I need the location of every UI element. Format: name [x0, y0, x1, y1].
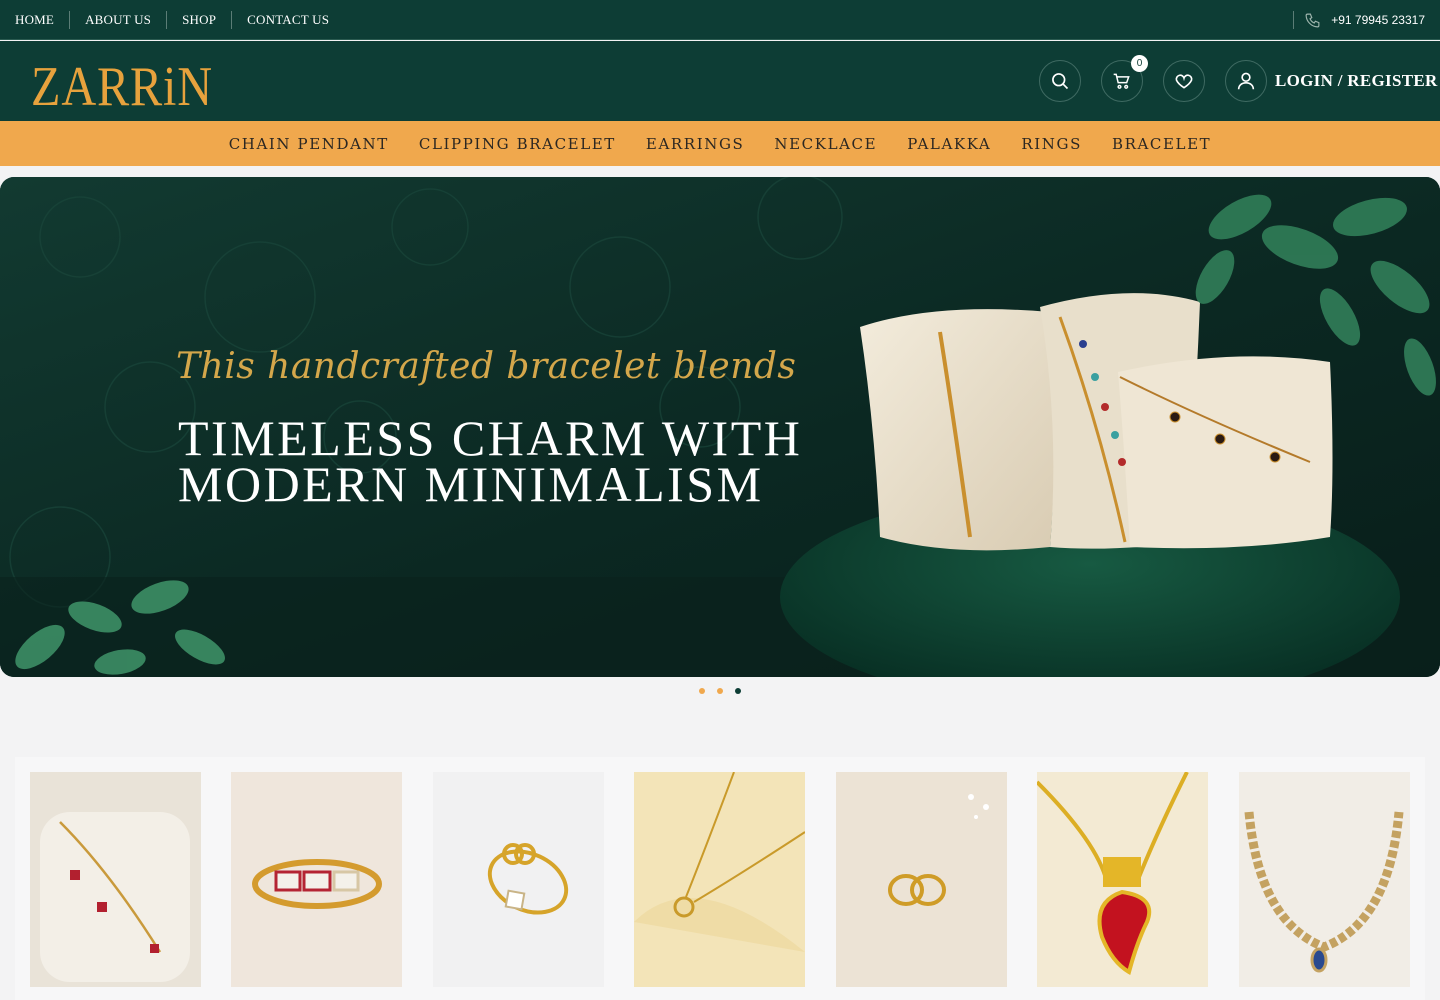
- rectangle-link-bangle-image: [231, 772, 402, 987]
- divider: [166, 11, 168, 29]
- category-rings[interactable]: RINGS: [1021, 135, 1082, 153]
- divider: [1293, 11, 1295, 29]
- knot-ring-image: [433, 772, 604, 987]
- hero-script-tagline: This handcrafted bracelet blends: [176, 346, 797, 387]
- product-card[interactable]: [231, 772, 402, 987]
- top-nav-shop[interactable]: SHOP: [182, 11, 216, 29]
- user-icon: [1237, 72, 1255, 90]
- category-necklace[interactable]: NECKLACE: [774, 135, 877, 153]
- category-chain-pendant[interactable]: CHAIN PENDANT: [229, 135, 389, 153]
- bracelet-with-red-stones-image: [30, 772, 201, 987]
- login-register-link[interactable]: LOGIN / REGISTER: [1275, 41, 1438, 121]
- phone-number: +91 79945 23317: [1331, 13, 1425, 27]
- stone-necklace-image: [1239, 772, 1410, 987]
- carousel-dot-1[interactable]: [699, 688, 705, 694]
- top-nav: HOME ABOUT US SHOP CONTACT US: [15, 0, 329, 40]
- category-nav: CHAIN PENDANT CLIPPING BRACELET EARRINGS…: [0, 121, 1440, 166]
- cart-icon: [1113, 73, 1130, 89]
- product-card[interactable]: [1239, 772, 1410, 987]
- category-bracelet[interactable]: BRACELET: [1112, 135, 1211, 153]
- account-button[interactable]: [1225, 60, 1267, 102]
- hero-banner[interactable]: This handcrafted bracelet blends TIMELES…: [0, 177, 1440, 677]
- wishlist-button[interactable]: [1163, 60, 1205, 102]
- palakka-necklace-image: [1037, 772, 1208, 987]
- divider: [231, 11, 233, 29]
- carousel-dot-3[interactable]: [735, 688, 741, 694]
- cart-count-badge: 0: [1131, 55, 1148, 72]
- category-palakka[interactable]: PALAKKA: [907, 135, 991, 153]
- top-nav-contact[interactable]: CONTACT US: [247, 11, 329, 29]
- cart-button[interactable]: 0: [1101, 55, 1148, 102]
- hoop-earrings-image: [836, 772, 1007, 987]
- brand-logo[interactable]: ZARRiN: [31, 47, 216, 113]
- top-nav-home[interactable]: HOME: [15, 11, 54, 29]
- product-card[interactable]: [433, 772, 604, 987]
- product-card[interactable]: [1037, 772, 1208, 987]
- carousel-dots: [0, 688, 1440, 694]
- product-strip: [15, 757, 1425, 1000]
- carousel-dot-2[interactable]: [717, 688, 723, 694]
- category-clipping-bracelet[interactable]: CLIPPING BRACELET: [419, 135, 616, 153]
- divider: [69, 11, 71, 29]
- brand-logo-text: ZARRiN: [31, 56, 213, 113]
- heart-icon: [1175, 74, 1193, 89]
- hero-headline-line-2: MODERN MINIMALISM: [178, 456, 764, 512]
- product-card[interactable]: [836, 772, 1007, 987]
- main-header: ZARRiN 0 LOGIN / REGISTER: [0, 41, 1440, 121]
- top-bar: HOME ABOUT US SHOP CONTACT US +91 79945 …: [0, 0, 1440, 40]
- product-card[interactable]: [30, 772, 201, 987]
- circle-pendant-chain-image: [634, 772, 805, 987]
- search-button[interactable]: [1039, 60, 1081, 102]
- phone-icon: [1305, 13, 1320, 27]
- product-card[interactable]: [634, 772, 805, 987]
- phone-contact[interactable]: +91 79945 23317: [1293, 0, 1425, 40]
- category-earrings[interactable]: EARRINGS: [646, 135, 744, 153]
- top-nav-about[interactable]: ABOUT US: [85, 11, 151, 29]
- search-icon: [1052, 73, 1069, 90]
